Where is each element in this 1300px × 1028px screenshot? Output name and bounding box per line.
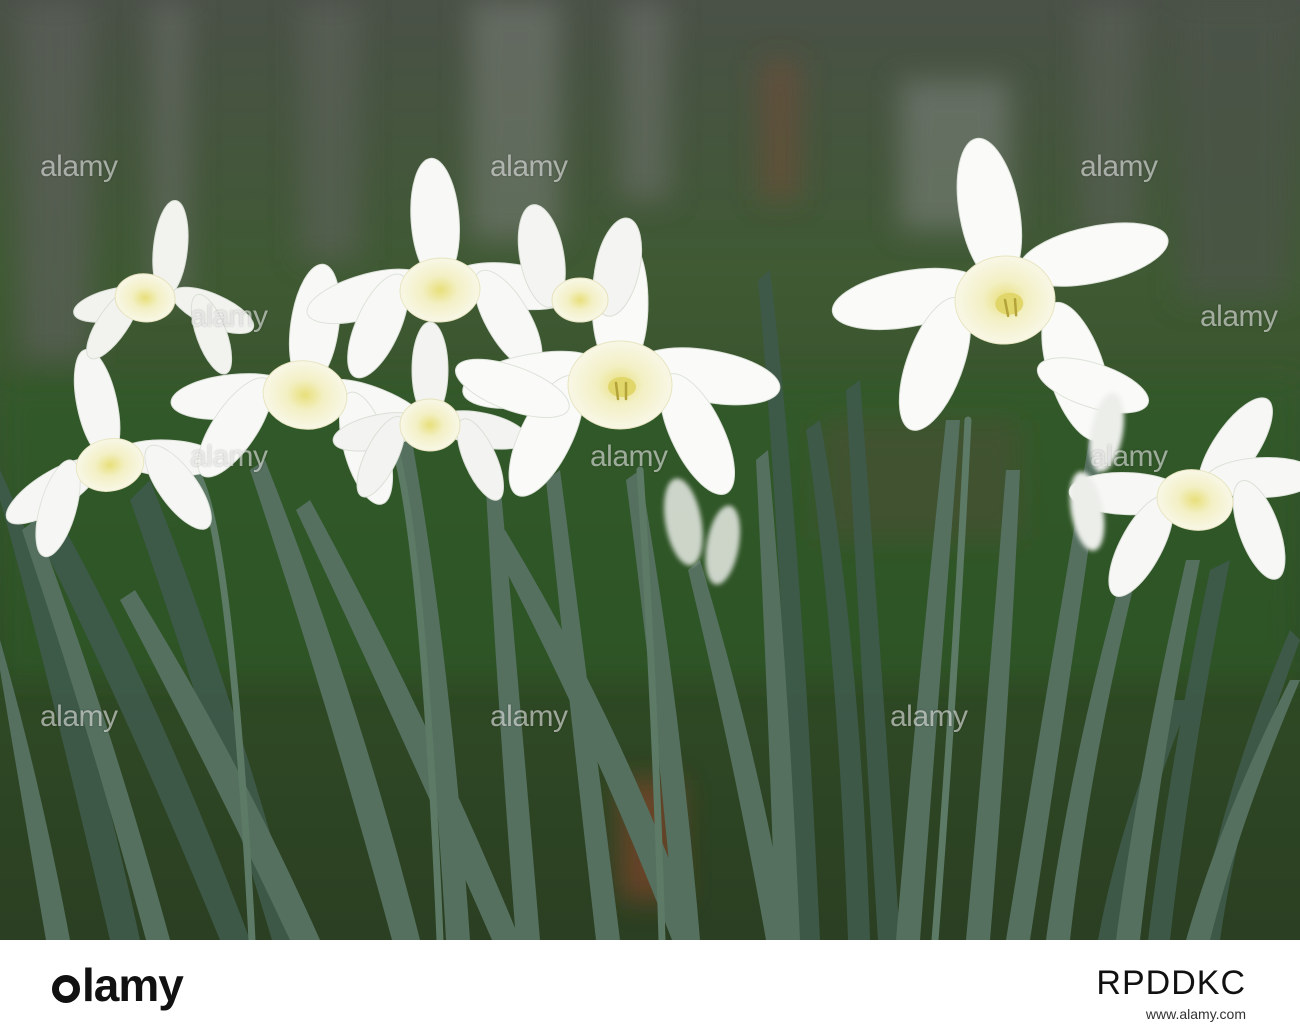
stock-footer-bar: lamy RPDDKC www.alamy.com — [0, 940, 1300, 1028]
logo-text: lamy — [82, 959, 184, 1011]
alamy-logo: lamy — [52, 958, 184, 1012]
stock-photo-frame: alamy alamy alamy alamy alamy alamy alam… — [0, 0, 1300, 1028]
image-id: RPDDKC — [1096, 964, 1246, 1002]
logo-a-icon — [52, 975, 80, 1003]
footer-caption: www.alamy.com — [1145, 1006, 1246, 1022]
daffodil-scene — [0, 0, 1300, 940]
daffodil-photo: alamy alamy alamy alamy alamy alamy alam… — [0, 0, 1300, 940]
